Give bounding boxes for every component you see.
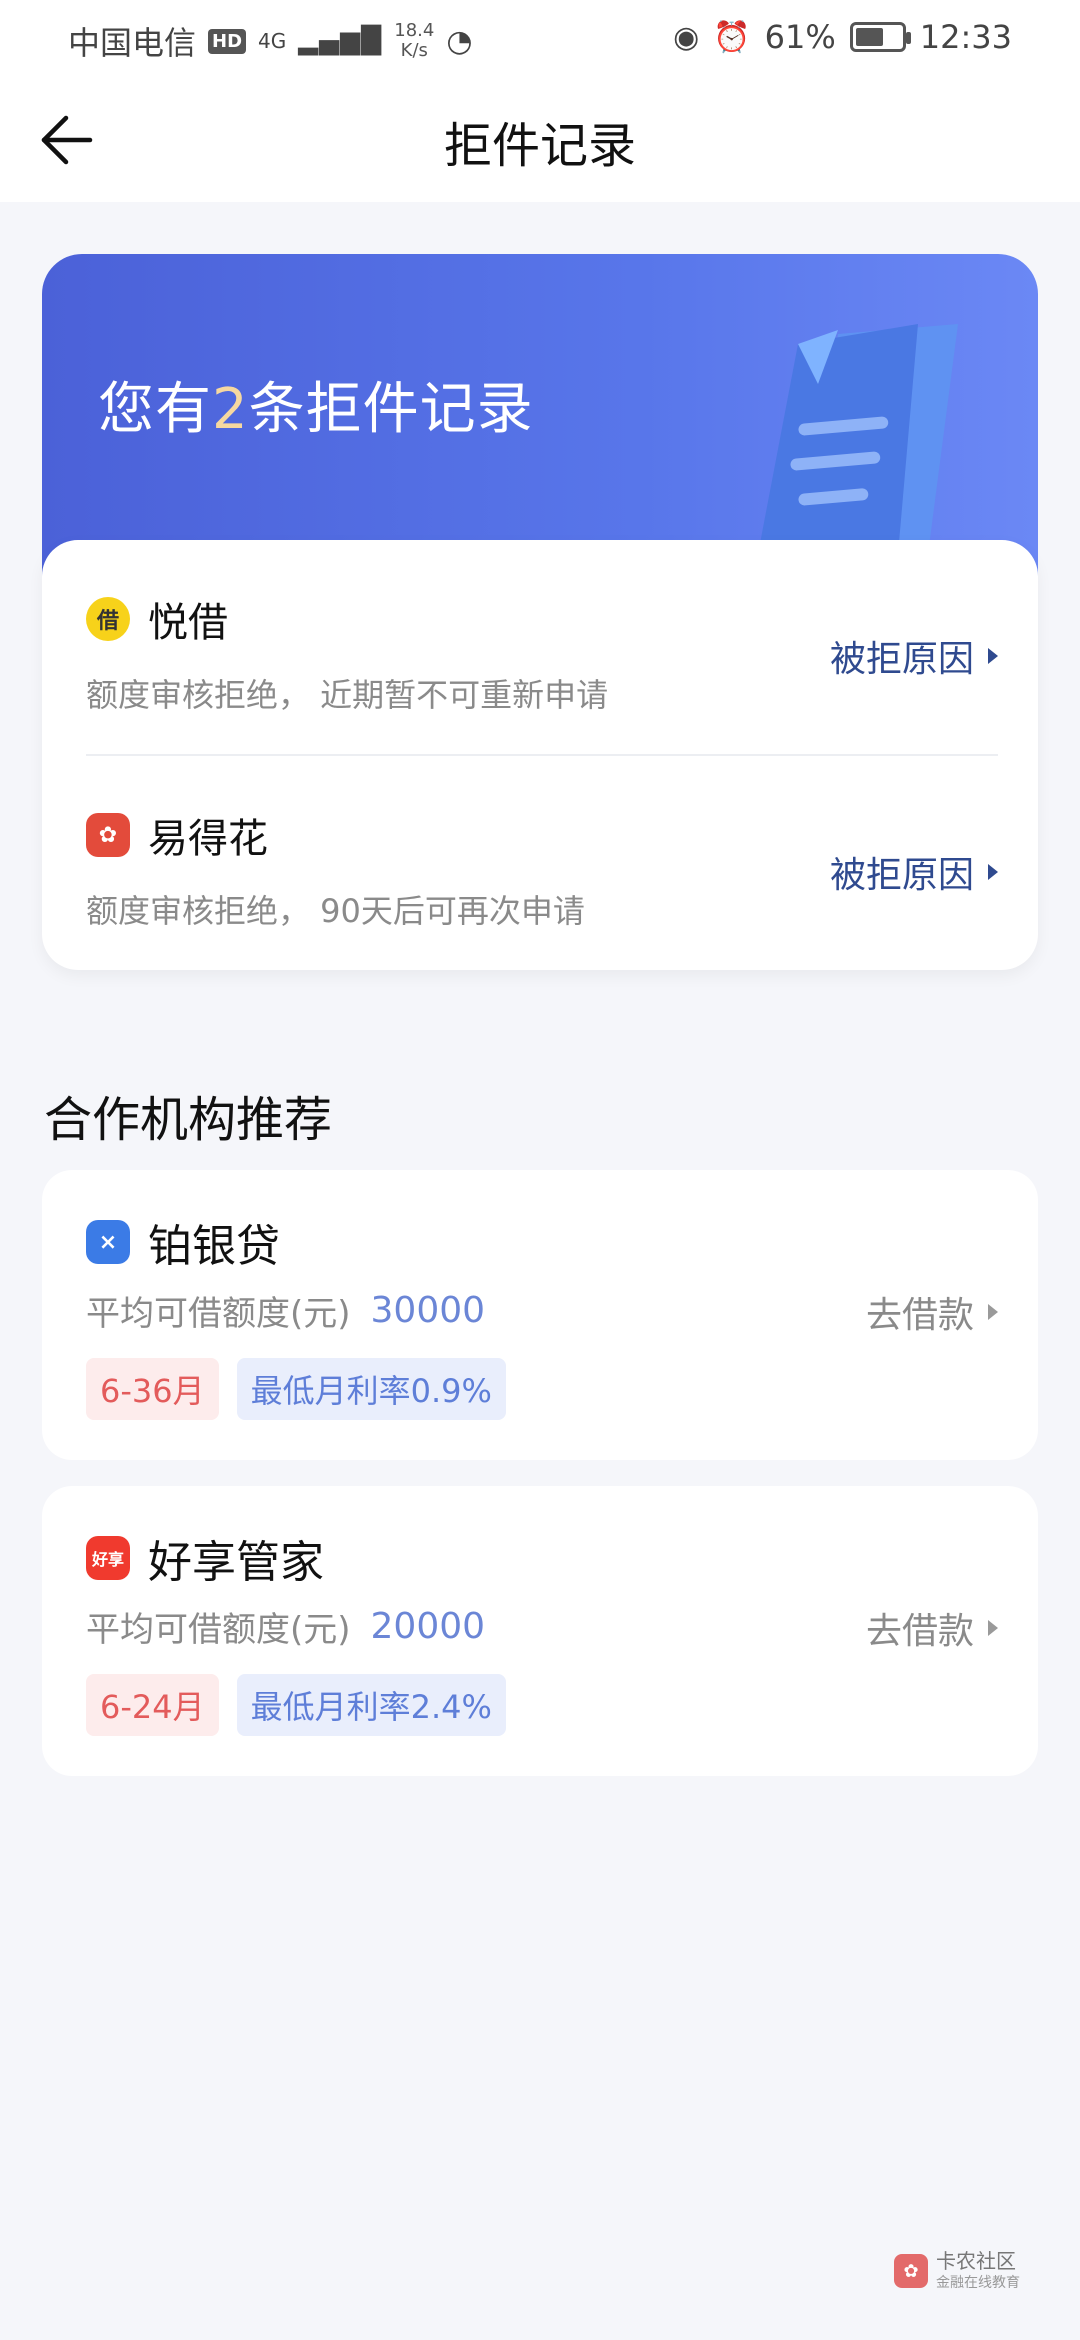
- tags-row: 6-24月 最低月利率2.4%: [86, 1674, 506, 1736]
- term-tag: 6-36月: [86, 1358, 219, 1420]
- amount-value: 30000: [370, 1290, 486, 1331]
- watermark-text: 卡农社区 金融在线教育: [936, 2250, 1020, 2292]
- go-borrow-button[interactable]: 去借款: [866, 1286, 998, 1338]
- document-illustration-icon: [758, 324, 958, 554]
- banner-suffix: 条拒件记录: [248, 377, 534, 442]
- app-header: 拒件记录: [0, 80, 1080, 202]
- reject-item-name: 悦借: [148, 600, 228, 646]
- recommend-name: 好享管家: [148, 1537, 324, 1588]
- banner-count: 2: [212, 377, 249, 442]
- signal-icon: ▂▄▆█: [298, 26, 383, 56]
- alarm-icon: ⏰: [713, 19, 751, 55]
- clock: 12:33: [919, 18, 1012, 56]
- haoxiang-app-icon: 好享: [86, 1536, 130, 1580]
- divider: [86, 754, 998, 756]
- status-left: 中国电信 HD 4G ▂▄▆█ 18.4 K/s ◔: [68, 18, 473, 64]
- speed-value: 18.4: [394, 20, 435, 41]
- rate-tag: 最低月利率2.4%: [236, 1674, 506, 1736]
- reject-reason-link[interactable]: 被拒原因: [830, 630, 998, 682]
- go-borrow-label: 去借款: [865, 1611, 974, 1652]
- watermark: ✿ 卡农社区 金融在线教育: [894, 2250, 1020, 2292]
- amount-value: 20000: [370, 1606, 486, 1647]
- qq-icon: ◔: [446, 23, 473, 59]
- status-bar: 中国电信 HD 4G ▂▄▆█ 18.4 K/s ◔ ◉ ⏰ 61% 12:33: [0, 0, 1080, 80]
- reject-summary-banner: 您有2条拒件记录: [42, 254, 1038, 584]
- network-type: 4G: [258, 29, 287, 53]
- reject-reason-label: 被拒原因: [829, 639, 974, 680]
- watermark-subtitle: 金融在线教育: [936, 2275, 1020, 2291]
- triangle-right-icon: [988, 1620, 998, 1636]
- speed-unit: K/s: [400, 40, 428, 61]
- amount-label: 平均可借额度(元): [86, 1294, 351, 1334]
- hd-badge: HD: [208, 28, 247, 54]
- network-speed: 18.4 K/s: [394, 21, 434, 61]
- page-title: 拒件记录: [443, 118, 636, 174]
- term-tag: 6-24月: [86, 1674, 219, 1736]
- carrier-name: 中国电信: [68, 24, 197, 62]
- section-title: 合作机构推荐: [44, 1092, 333, 1148]
- reject-reason-link[interactable]: 被拒原因: [830, 846, 998, 898]
- tags-row: 6-36月 最低月利率0.9%: [86, 1358, 506, 1420]
- yuejie-app-icon: 借: [86, 597, 130, 641]
- eye-icon: ◉: [673, 19, 700, 55]
- recommend-card[interactable]: 好享 好享管家 平均可借额度(元) 20000 去借款 6-24月 最低月利率2…: [42, 1486, 1038, 1776]
- recommend-name: 铂银贷: [148, 1221, 280, 1272]
- recommend-card[interactable]: ⨯ 铂银贷 平均可借额度(元) 30000 去借款 6-36月 最低月利率0.9…: [42, 1170, 1038, 1460]
- amount-label: 平均可借额度(元): [86, 1610, 351, 1650]
- reject-item: ✿ 易得花 额度审核拒绝， 90天后可再次申请 被拒原因: [86, 806, 998, 986]
- yidehua-app-icon: ✿: [86, 813, 130, 857]
- amount-row: 平均可借额度(元) 20000: [86, 1602, 485, 1651]
- triangle-right-icon: [988, 1304, 998, 1320]
- reject-item-name: 易得花: [148, 816, 268, 862]
- banner-prefix: 您有: [98, 377, 212, 442]
- watermark-logo-icon: ✿: [894, 2254, 928, 2288]
- recommend-title-row: ⨯ 铂银贷: [86, 1210, 280, 1274]
- rate-tag: 最低月利率0.9%: [236, 1358, 506, 1420]
- reject-reason-label: 被拒原因: [829, 855, 974, 896]
- reject-item: 借 悦借 额度审核拒绝， 近期暂不可重新申请 被拒原因: [86, 590, 998, 770]
- battery-fill: [855, 28, 883, 46]
- go-borrow-label: 去借款: [865, 1295, 974, 1336]
- go-borrow-button[interactable]: 去借款: [866, 1602, 998, 1654]
- reject-records-card: 借 悦借 额度审核拒绝， 近期暂不可重新申请 被拒原因 ✿ 易得花 额度审核拒绝…: [42, 540, 1038, 970]
- status-right: ◉ ⏰ 61% 12:33: [673, 18, 1012, 56]
- boyindai-app-icon: ⨯: [86, 1220, 130, 1264]
- battery-percent: 61%: [764, 18, 836, 56]
- triangle-right-icon: [988, 648, 998, 664]
- recommend-title-row: 好享 好享管家: [86, 1526, 324, 1590]
- banner-text: 您有2条拒件记录: [98, 364, 534, 445]
- triangle-right-icon: [988, 864, 998, 880]
- watermark-title: 卡农社区: [936, 2249, 1016, 2273]
- amount-row: 平均可借额度(元) 30000: [86, 1286, 485, 1335]
- battery-icon: [849, 22, 911, 52]
